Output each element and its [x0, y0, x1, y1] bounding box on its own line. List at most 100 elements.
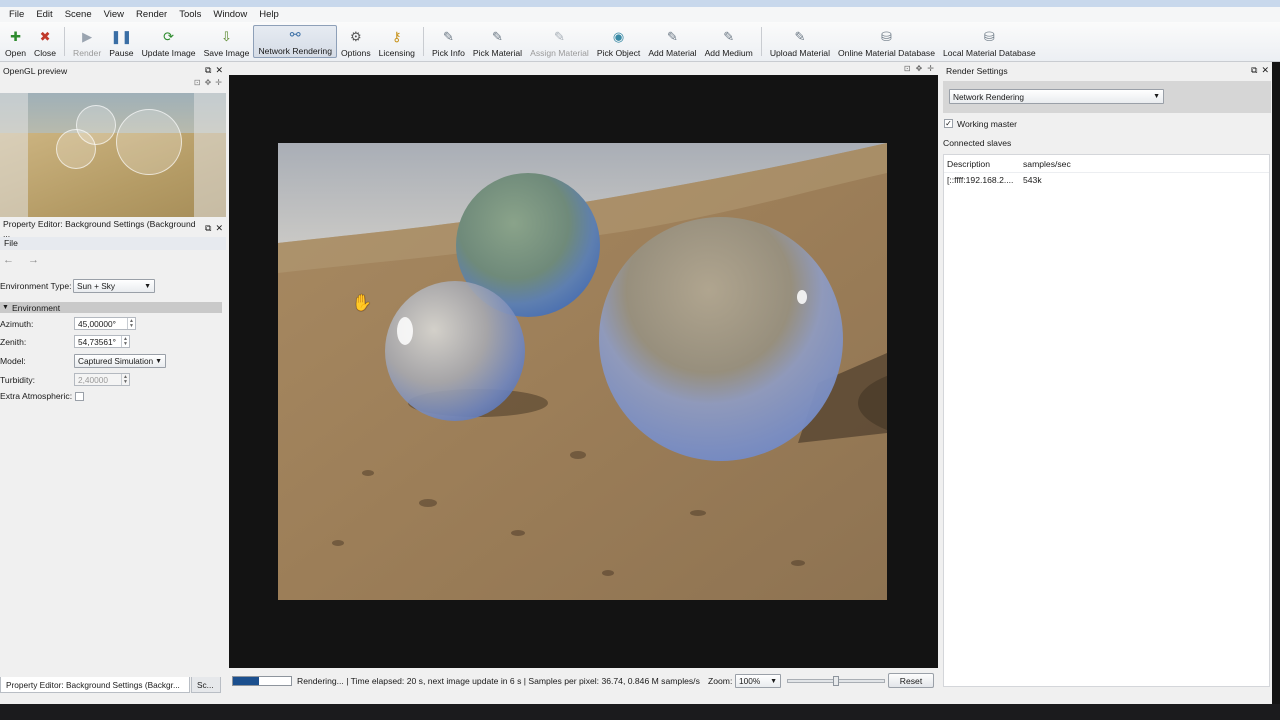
render-scene: [278, 143, 887, 600]
opengl-preview-header: OpenGL preview ⧉ ✕: [0, 63, 226, 78]
menu-help[interactable]: Help: [253, 9, 285, 20]
toolbar-separator: [760, 27, 762, 56]
reset-button[interactable]: Reset: [888, 673, 934, 688]
tab-scene[interactable]: Sc...: [191, 677, 221, 693]
database-icon: ⛁: [983, 28, 995, 44]
online-material-database-button[interactable]: ⛁ Online Material Database: [834, 22, 939, 61]
upload-material-button[interactable]: ✎ Upload Material: [766, 22, 834, 61]
render-mode-select[interactable]: Network Rendering ▼: [949, 89, 1164, 104]
menu-edit[interactable]: Edit: [30, 9, 58, 20]
zoom-label: Zoom:: [708, 676, 733, 686]
pause-button[interactable]: ❚❚ Pause: [105, 22, 137, 61]
float-icon[interactable]: ⧉: [1251, 65, 1257, 76]
toolbar-button-label: Upload Material: [769, 48, 830, 58]
zoom-slider[interactable]: [787, 676, 885, 686]
toolbar-separator: [422, 27, 424, 56]
save-image-button[interactable]: ⇩ Save Image: [200, 22, 254, 61]
zoom-fit-icon[interactable]: ⊡: [904, 64, 911, 73]
menu-tools[interactable]: Tools: [173, 9, 207, 20]
options-button[interactable]: ⚙ Options: [337, 22, 375, 61]
environment-section-header[interactable]: ▼ Environment: [0, 302, 222, 313]
menu-file[interactable]: File: [3, 9, 30, 20]
eyedropper-icon: ✎: [442, 28, 454, 44]
toolbar-button-label: Pick Object: [596, 48, 641, 58]
spin-arrows-icon[interactable]: ▲ ▼: [121, 336, 129, 347]
history-nav: ← →: [3, 254, 39, 266]
render-button[interactable]: ▶ Render: [69, 22, 105, 61]
close-icon[interactable]: ✕: [1261, 65, 1269, 76]
environment-type-select[interactable]: Sun + Sky ▼: [73, 279, 155, 293]
model-label: Model:: [0, 356, 26, 366]
connected-slaves-label: Connected slaves: [943, 138, 1012, 148]
zenith-label: Zenith:: [0, 337, 27, 347]
opengl-preview-title: OpenGL preview: [3, 65, 68, 76]
float-icon[interactable]: ⧉: [205, 65, 211, 76]
eyedropper-icon: ✎: [492, 28, 503, 44]
toolbar-button-label: Options: [341, 48, 371, 58]
move-icon[interactable]: ✛: [215, 78, 222, 93]
menu-render[interactable]: Render: [130, 9, 173, 20]
property-editor-file-menu[interactable]: File: [0, 237, 226, 250]
back-arrow-icon[interactable]: ←: [3, 254, 14, 266]
pick-object-button[interactable]: ◉ Pick Object: [593, 22, 644, 61]
pause-icon: ❚❚: [110, 28, 133, 44]
toolbar-button-label: Pick Info: [431, 48, 465, 58]
menu-scene[interactable]: Scene: [59, 9, 98, 20]
azimuth-field[interactable]: 45,00000° ▲ ▼: [74, 317, 136, 330]
close-icon[interactable]: ✕: [215, 65, 223, 76]
tab-property-editor[interactable]: Property Editor: Background Settings (Ba…: [0, 677, 190, 693]
menu-window[interactable]: Window: [207, 9, 253, 20]
local-material-database-button[interactable]: ⛁ Local Material Database: [939, 22, 1040, 61]
zoom-select[interactable]: 100% ▼: [735, 674, 781, 688]
viewport-toolbar: ⊡ ✥ ✛: [229, 62, 938, 75]
property-editor-title: Property Editor: Background Settings (Ba…: [3, 218, 196, 239]
forward-arrow-icon[interactable]: →: [28, 254, 39, 266]
network-rendering-button[interactable]: ⚯ Network Rendering: [253, 25, 337, 58]
close-icon[interactable]: ✕: [215, 223, 223, 234]
open-button[interactable]: ✚ Open: [1, 22, 30, 61]
spin-arrows-icon[interactable]: ▲ ▼: [127, 318, 135, 329]
main-toolbar: ✚ Open ✖ Close ▶ Render ❚❚ Pause ⟳ Update Image ⇩ S…: [0, 22, 1280, 62]
add-material-button[interactable]: ✎ Add Material: [644, 22, 700, 61]
table-row[interactable]: [::ffff:192.168.2.... 543k: [944, 173, 1269, 187]
zoom-slider-handle[interactable]: [833, 676, 839, 686]
dropdown-arrow-icon: ▼: [770, 677, 777, 685]
toolbar-button-label: Pause: [109, 48, 134, 58]
zenith-field[interactable]: 54,73561° ▲ ▼: [74, 335, 130, 348]
pan-icon[interactable]: ✥: [916, 64, 923, 73]
assign-material-button[interactable]: ✎ Assign Material: [526, 22, 593, 61]
column-header-description[interactable]: Description: [944, 159, 1020, 169]
preview-sphere: [116, 109, 182, 175]
extra-atmospheric-label: Extra Atmospheric:: [0, 391, 73, 401]
pick-material-button[interactable]: ✎ Pick Material: [469, 22, 526, 61]
working-master-label: Working master: [957, 119, 1018, 129]
toolbar-button-label: Render: [73, 48, 102, 58]
render-settings-header: Render Settings ⧉ ✕: [943, 63, 1272, 78]
working-master-checkbox[interactable]: ✓: [944, 119, 953, 128]
opengl-preview-viewport[interactable]: [0, 93, 226, 217]
rendered-image[interactable]: [278, 143, 887, 600]
environment-type-value: Sun + Sky: [77, 281, 116, 291]
extra-atmospheric-checkbox[interactable]: [75, 392, 84, 401]
pick-info-button[interactable]: ✎ Pick Info: [428, 22, 469, 61]
slaves-table: Description samples/sec [::ffff:192.168.…: [943, 154, 1270, 687]
spin-arrows-icon[interactable]: ▲ ▼: [121, 374, 129, 385]
menu-view[interactable]: View: [98, 9, 130, 20]
add-medium-button[interactable]: ✎ Add Medium: [701, 22, 757, 61]
toolbar-button-label: Licensing: [378, 48, 415, 58]
licensing-button[interactable]: ⚷ Licensing: [375, 22, 419, 61]
close-button[interactable]: ✖ Close: [30, 22, 60, 61]
turbidity-field[interactable]: 2,40000 ▲ ▼: [74, 373, 130, 386]
plus-icon: ✚: [10, 28, 21, 44]
move-icon[interactable]: ✛: [927, 64, 934, 73]
zenith-value: 54,73561°: [78, 336, 116, 347]
menu-bar: File Edit Scene View Render Tools Window Help: [0, 0, 1280, 22]
float-icon[interactable]: ⧉: [205, 223, 211, 234]
toolbar-button-label: Update Image: [141, 48, 196, 58]
zoom-fit-icon[interactable]: ⊡: [194, 78, 201, 93]
column-header-samples[interactable]: samples/sec: [1020, 159, 1140, 169]
window-edge: [1272, 62, 1280, 704]
model-select[interactable]: Captured Simulation ▼: [74, 354, 166, 368]
pan-icon[interactable]: ✥: [205, 78, 212, 93]
update-image-button[interactable]: ⟳ Update Image: [138, 22, 200, 61]
